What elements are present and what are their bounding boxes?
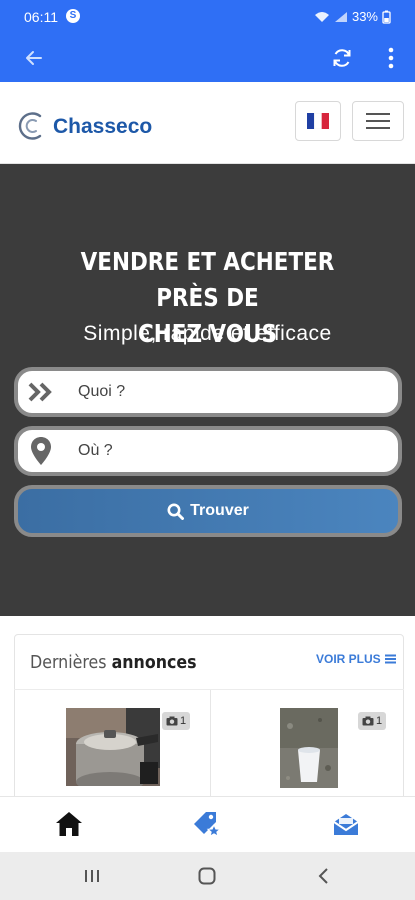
- status-bar: 06:11 S 33%: [0, 0, 415, 34]
- recent-apps-button[interactable]: [77, 864, 107, 888]
- menu-button[interactable]: [352, 101, 404, 141]
- battery-level: 33%: [351, 9, 378, 24]
- system-back-button[interactable]: [308, 864, 338, 888]
- recent-apps-icon: [85, 870, 99, 882]
- camera-icon: [362, 716, 374, 726]
- arrow-left-icon: [26, 51, 42, 65]
- language-button[interactable]: [295, 101, 341, 141]
- search-icon: [167, 503, 185, 520]
- refresh-button[interactable]: [326, 42, 358, 74]
- what-search-field[interactable]: Quoi ?: [14, 367, 402, 417]
- app-bar: [0, 34, 415, 82]
- photo-count-badge: 1: [162, 712, 190, 730]
- hero-subtitle: Simple, rapide et efficace: [83, 322, 332, 345]
- back-button[interactable]: [18, 42, 50, 74]
- france-flag-icon: [307, 113, 329, 129]
- brand-logo-icon[interactable]: [16, 110, 46, 142]
- photo-count: 1: [179, 715, 187, 727]
- where-search-placeholder: Où ?: [78, 442, 113, 459]
- listing-column-divider: [210, 690, 211, 800]
- nav-messages[interactable]: [328, 809, 364, 839]
- latest-listings-title-light: Dernières: [30, 652, 107, 673]
- brand-name[interactable]: Chasseco: [53, 115, 152, 139]
- where-search-field[interactable]: Où ?: [14, 426, 402, 476]
- search-button-label: Trouver: [190, 502, 249, 519]
- home-button-icon: [198, 867, 216, 885]
- nav-home[interactable]: [51, 809, 87, 839]
- back-button-icon: [318, 868, 328, 884]
- listing-image-cup[interactable]: [280, 708, 338, 796]
- hamburger-icon: [366, 113, 390, 129]
- photo-count-badge: 1: [358, 712, 386, 730]
- list-icon: [384, 654, 396, 664]
- bottom-navigation: [0, 796, 415, 852]
- battery-icon: [382, 10, 391, 24]
- camera-icon: [166, 716, 178, 726]
- see-more-label: VOIR PLUS: [316, 652, 381, 666]
- home-icon: [56, 812, 82, 836]
- more-vert-icon: [388, 47, 394, 69]
- latest-listings-title: Dernières annonces: [30, 652, 197, 673]
- notification-icon: S: [66, 9, 80, 23]
- status-time: 06:11: [24, 9, 58, 25]
- double-chevron-icon: [18, 381, 64, 403]
- sell-tag-icon: [194, 812, 222, 838]
- what-search-placeholder: Quoi ?: [78, 383, 126, 400]
- see-more-link[interactable]: VOIR PLUS: [316, 652, 396, 666]
- system-navigation-bar: [0, 852, 415, 900]
- hero-title-line1: VENDRE ET ACHETER PRÈS DE: [80, 247, 335, 312]
- more-options-button[interactable]: [375, 42, 407, 74]
- status-indicators: 33%: [314, 9, 391, 24]
- latest-listings-title-bold: annonces: [111, 652, 197, 673]
- refresh-icon: [333, 49, 351, 67]
- map-pin-icon: [18, 436, 64, 466]
- messages-icon: [333, 814, 359, 835]
- search-button[interactable]: Trouver: [14, 485, 402, 537]
- wifi-icon: [314, 11, 329, 22]
- photo-count: 1: [375, 715, 383, 727]
- listing-image-pressure-cooker[interactable]: [66, 708, 160, 796]
- signal-icon: [334, 11, 347, 22]
- nav-sell[interactable]: [189, 809, 225, 839]
- system-home-button[interactable]: [192, 864, 222, 888]
